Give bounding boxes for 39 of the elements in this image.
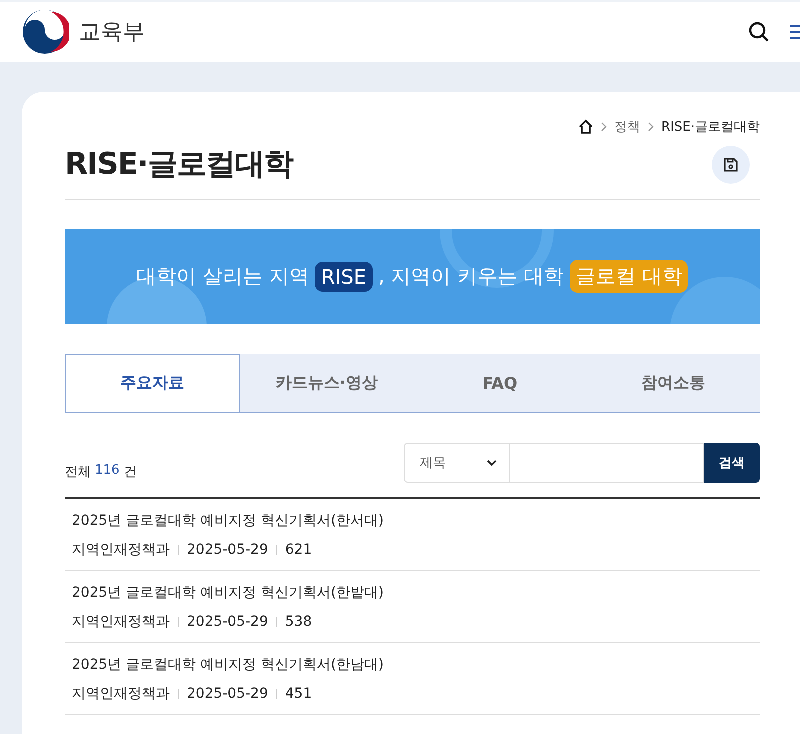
search-button[interactable]: 검색 [704, 443, 760, 483]
category-tab[interactable]: 카드뉴스·영상 [240, 354, 414, 412]
breadcrumb-link[interactable]: 정책 [614, 118, 641, 136]
post-department: 지역인재정책과 [72, 541, 170, 560]
post-date: 2025-05-29 [187, 685, 268, 704]
category-tab[interactable]: 참여소통 [586, 354, 760, 412]
total-count: 116 [95, 463, 120, 480]
chevron-down-icon [487, 460, 497, 466]
chevron-icon [600, 122, 608, 132]
post-title-link[interactable]: 2025년 글로컬대학 예비지정 혁신기획서(한서대) [72, 510, 753, 532]
chevron-icon [648, 122, 655, 132]
page-title: RISE·글로컬대학 [65, 146, 293, 184]
post-title-link[interactable]: 2025년 글로컬대학 예비지정 혁신기획서(한밭대) [72, 582, 753, 604]
slogan-text: 대학이 살리는 지역 [136, 263, 310, 290]
home-icon[interactable] [578, 119, 594, 135]
save-button[interactable] [712, 146, 750, 184]
save-icon [723, 156, 739, 172]
search-icon[interactable] [748, 21, 770, 43]
slogan-text: , 지역이 키우는 대학 [378, 263, 564, 290]
category-tab[interactable]: 주요자료 [65, 354, 240, 412]
slogan-highlight: RISE [315, 262, 373, 292]
post-views: 538 [285, 613, 312, 632]
slogan-highlight: 글로컬 대학 [570, 260, 688, 293]
total-label: 전체 [65, 464, 91, 481]
breadcrumb-link[interactable]: RISE·글로컬대학 [662, 118, 760, 136]
post-date: 2025-05-29 [187, 541, 268, 560]
search-type-dropdown[interactable]: 제목 [404, 443, 510, 483]
total-unit: 건 [124, 464, 137, 481]
logo-text[interactable]: 교육부 [79, 17, 145, 47]
post-views: 451 [285, 685, 312, 704]
post-views: 621 [285, 541, 312, 560]
post-department: 지역인재정책과 [72, 613, 170, 632]
category-tab[interactable]: FAQ [414, 354, 587, 412]
post-title-link[interactable]: 2025년 글로컬대학 예비지정 혁신기획서(한남대) [72, 654, 753, 676]
menu-icon[interactable] [790, 23, 800, 41]
search-field[interactable] [510, 443, 704, 483]
post-date: 2025-05-29 [187, 613, 268, 632]
post-department: 지역인재정책과 [72, 685, 170, 704]
emblem-logo-icon[interactable] [21, 8, 69, 56]
